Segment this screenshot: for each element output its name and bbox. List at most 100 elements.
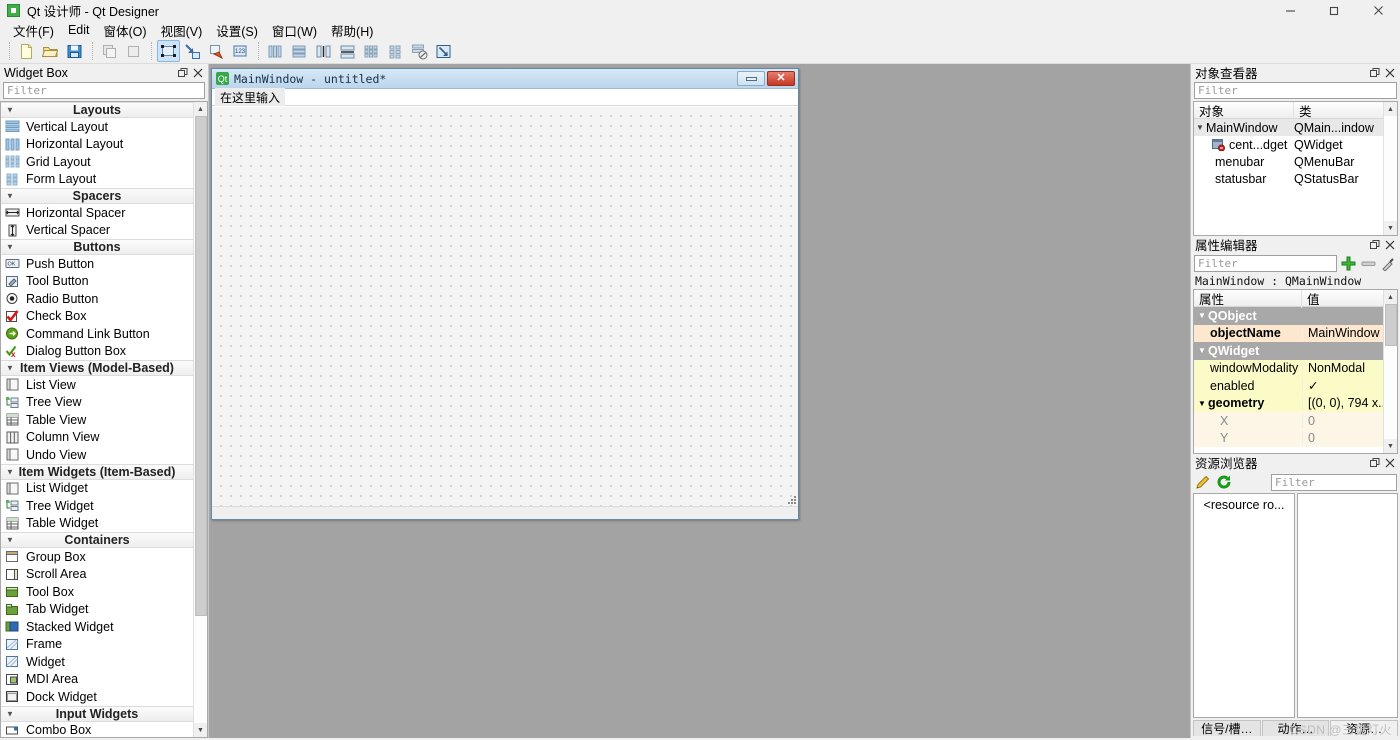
menu-view[interactable]: 视图(V): [154, 20, 210, 41]
close-icon[interactable]: [191, 66, 205, 80]
table-row[interactable]: ▼ QObject: [1194, 307, 1383, 325]
edit-tab-order-icon[interactable]: 123: [229, 40, 252, 62]
open-form-icon[interactable]: [39, 40, 62, 62]
float-icon[interactable]: [1368, 66, 1382, 80]
widget-box-category-item-widgets[interactable]: ▼ Item Widgets (Item-Based): [1, 463, 193, 480]
layout-horizontal-splitter-icon[interactable]: [312, 40, 335, 62]
column-header-class[interactable]: 类: [1294, 102, 1383, 120]
widget-box-category-containers[interactable]: ▼ Containers: [1, 532, 193, 548]
widget-item-combo-box[interactable]: Combo Box: [1, 722, 193, 737]
close-icon[interactable]: [1383, 238, 1397, 252]
widget-item-undo-view[interactable]: Undo View: [1, 446, 193, 464]
menu-edit[interactable]: Edit: [61, 22, 97, 38]
toolbar-handle[interactable]: [9, 42, 10, 60]
chevron-down-icon[interactable]: ▼: [1196, 311, 1208, 320]
object-tree-scrollbar[interactable]: ▲ ▼: [1383, 102, 1397, 235]
property-filter-input[interactable]: Filter: [1194, 254, 1337, 272]
layout-vertically-icon[interactable]: [288, 40, 311, 62]
widget-item-table-view[interactable]: Table View: [1, 411, 193, 429]
close-icon[interactable]: [1383, 456, 1397, 470]
table-row[interactable]: X 0: [1194, 412, 1383, 430]
edit-widgets-icon[interactable]: [157, 40, 180, 62]
widget-item-horizontal-layout[interactable]: Horizontal Layout: [1, 136, 193, 154]
close-icon[interactable]: [1356, 0, 1400, 21]
scrollbar-thumb[interactable]: [194, 116, 207, 616]
float-icon[interactable]: [176, 66, 190, 80]
maximize-icon[interactable]: [1312, 0, 1356, 21]
property-value[interactable]: 0: [1302, 431, 1383, 446]
widget-item-frame[interactable]: Frame: [1, 636, 193, 654]
configure-icon[interactable]: [1380, 255, 1397, 272]
widget-item-scroll-area[interactable]: Scroll Area: [1, 566, 193, 584]
widget-item-tool-button[interactable]: Tool Button: [1, 273, 193, 291]
scrollbar-track[interactable]: [1383, 304, 1397, 439]
widget-item-list-widget[interactable]: List Widget: [1, 480, 193, 498]
menu-type-here-placeholder[interactable]: 在这里输入: [215, 87, 286, 107]
minimize-icon[interactable]: [1268, 0, 1312, 21]
float-icon[interactable]: [1368, 238, 1382, 252]
table-row[interactable]: Y 0: [1194, 429, 1383, 447]
column-header-property[interactable]: 属性: [1194, 290, 1302, 308]
widget-item-vertical-layout[interactable]: Vertical Layout: [1, 118, 193, 136]
table-row[interactable]: ▼ geometry [(0, 0), 794 x...: [1194, 394, 1383, 412]
scrollbar-thumb[interactable]: [1384, 304, 1397, 346]
new-form-icon[interactable]: [15, 40, 38, 62]
widget-item-vertical-spacer[interactable]: Vertical Spacer: [1, 222, 193, 240]
layout-form-icon[interactable]: [384, 40, 407, 62]
property-value-checkbox[interactable]: ✓: [1302, 378, 1383, 394]
close-icon[interactable]: [1383, 66, 1397, 80]
widget-item-command-link-button[interactable]: Command Link Button: [1, 325, 193, 343]
widget-item-column-view[interactable]: Column View: [1, 429, 193, 447]
break-layout-icon[interactable]: [408, 40, 431, 62]
widget-item-table-widget[interactable]: Table Widget: [1, 515, 193, 533]
tab-actions[interactable]: 动作…: [1261, 720, 1330, 736]
chevron-down-icon[interactable]: ▼: [1196, 346, 1208, 355]
widget-item-push-button[interactable]: OK Push Button: [1, 255, 193, 273]
reload-icon[interactable]: [1215, 474, 1232, 491]
widget-item-tool-box[interactable]: Tool Box: [1, 583, 193, 601]
menu-settings[interactable]: 设置(S): [209, 20, 265, 41]
remove-property-icon[interactable]: [1360, 255, 1377, 272]
property-table-scrollbar[interactable]: ▲ ▼: [1383, 290, 1397, 453]
table-row[interactable]: enabled ✓: [1194, 377, 1383, 395]
table-row[interactable]: ▼ MainWindow QMain...indow: [1194, 119, 1383, 136]
edit-signals-slots-icon[interactable]: [181, 40, 204, 62]
table-row[interactable]: menubar QMenuBar: [1194, 153, 1383, 170]
save-form-icon[interactable]: [63, 40, 86, 62]
resource-tree[interactable]: <resource ro...: [1193, 493, 1295, 718]
redo-icon[interactable]: [122, 40, 145, 62]
widget-item-horizontal-spacer[interactable]: Horizontal Spacer: [1, 204, 193, 222]
widget-item-group-box[interactable]: Group Box: [1, 548, 193, 566]
widget-item-stacked-widget[interactable]: Stacked Widget: [1, 618, 193, 636]
table-row[interactable]: windowModality NonModal: [1194, 359, 1383, 377]
menu-form[interactable]: 窗体(O): [97, 20, 154, 41]
tab-signals-slots[interactable]: 信号/槽…: [1193, 720, 1261, 736]
scroll-down-icon[interactable]: ▼: [193, 723, 207, 737]
widget-item-tree-widget[interactable]: Tree Widget: [1, 497, 193, 515]
property-value[interactable]: MainWindow: [1302, 326, 1383, 341]
property-value[interactable]: NonModal: [1302, 361, 1383, 376]
widget-item-check-box[interactable]: Check Box: [1, 308, 193, 326]
chevron-down-icon[interactable]: ▼: [1196, 399, 1208, 408]
float-icon[interactable]: [1368, 456, 1382, 470]
widget-item-dock-widget[interactable]: Dock Widget: [1, 688, 193, 706]
widget-box-category-input-widgets[interactable]: ▼ Input Widgets: [1, 705, 193, 722]
scrollbar-track[interactable]: [193, 116, 207, 723]
widget-box-category-buttons[interactable]: ▼ Buttons: [1, 239, 193, 255]
widget-item-widget[interactable]: Widget: [1, 653, 193, 671]
resource-root-item[interactable]: <resource ro...: [1194, 498, 1294, 512]
mdi-workspace[interactable]: Qt MainWindow - untitled* ✕ 在这里输入: [209, 64, 1190, 738]
widget-item-form-layout[interactable]: Form Layout: [1, 171, 193, 189]
form-menu-bar[interactable]: 在这里输入: [212, 87, 798, 107]
tab-resources[interactable]: 资源…: [1330, 720, 1399, 736]
property-value[interactable]: 0: [1302, 413, 1383, 428]
scroll-down-icon[interactable]: ▼: [1383, 439, 1397, 453]
widget-box-scrollbar[interactable]: ▲ ▼: [193, 102, 207, 737]
scrollbar-track[interactable]: [1383, 116, 1397, 221]
widget-item-tab-widget[interactable]: Tab Widget: [1, 601, 193, 619]
menu-help[interactable]: 帮助(H): [324, 20, 380, 41]
menu-window[interactable]: 窗口(W): [265, 20, 324, 41]
add-property-icon[interactable]: [1340, 255, 1357, 272]
form-window-title-bar[interactable]: Qt MainWindow - untitled* ✕: [212, 69, 798, 89]
widget-item-grid-layout[interactable]: Grid Layout: [1, 153, 193, 171]
